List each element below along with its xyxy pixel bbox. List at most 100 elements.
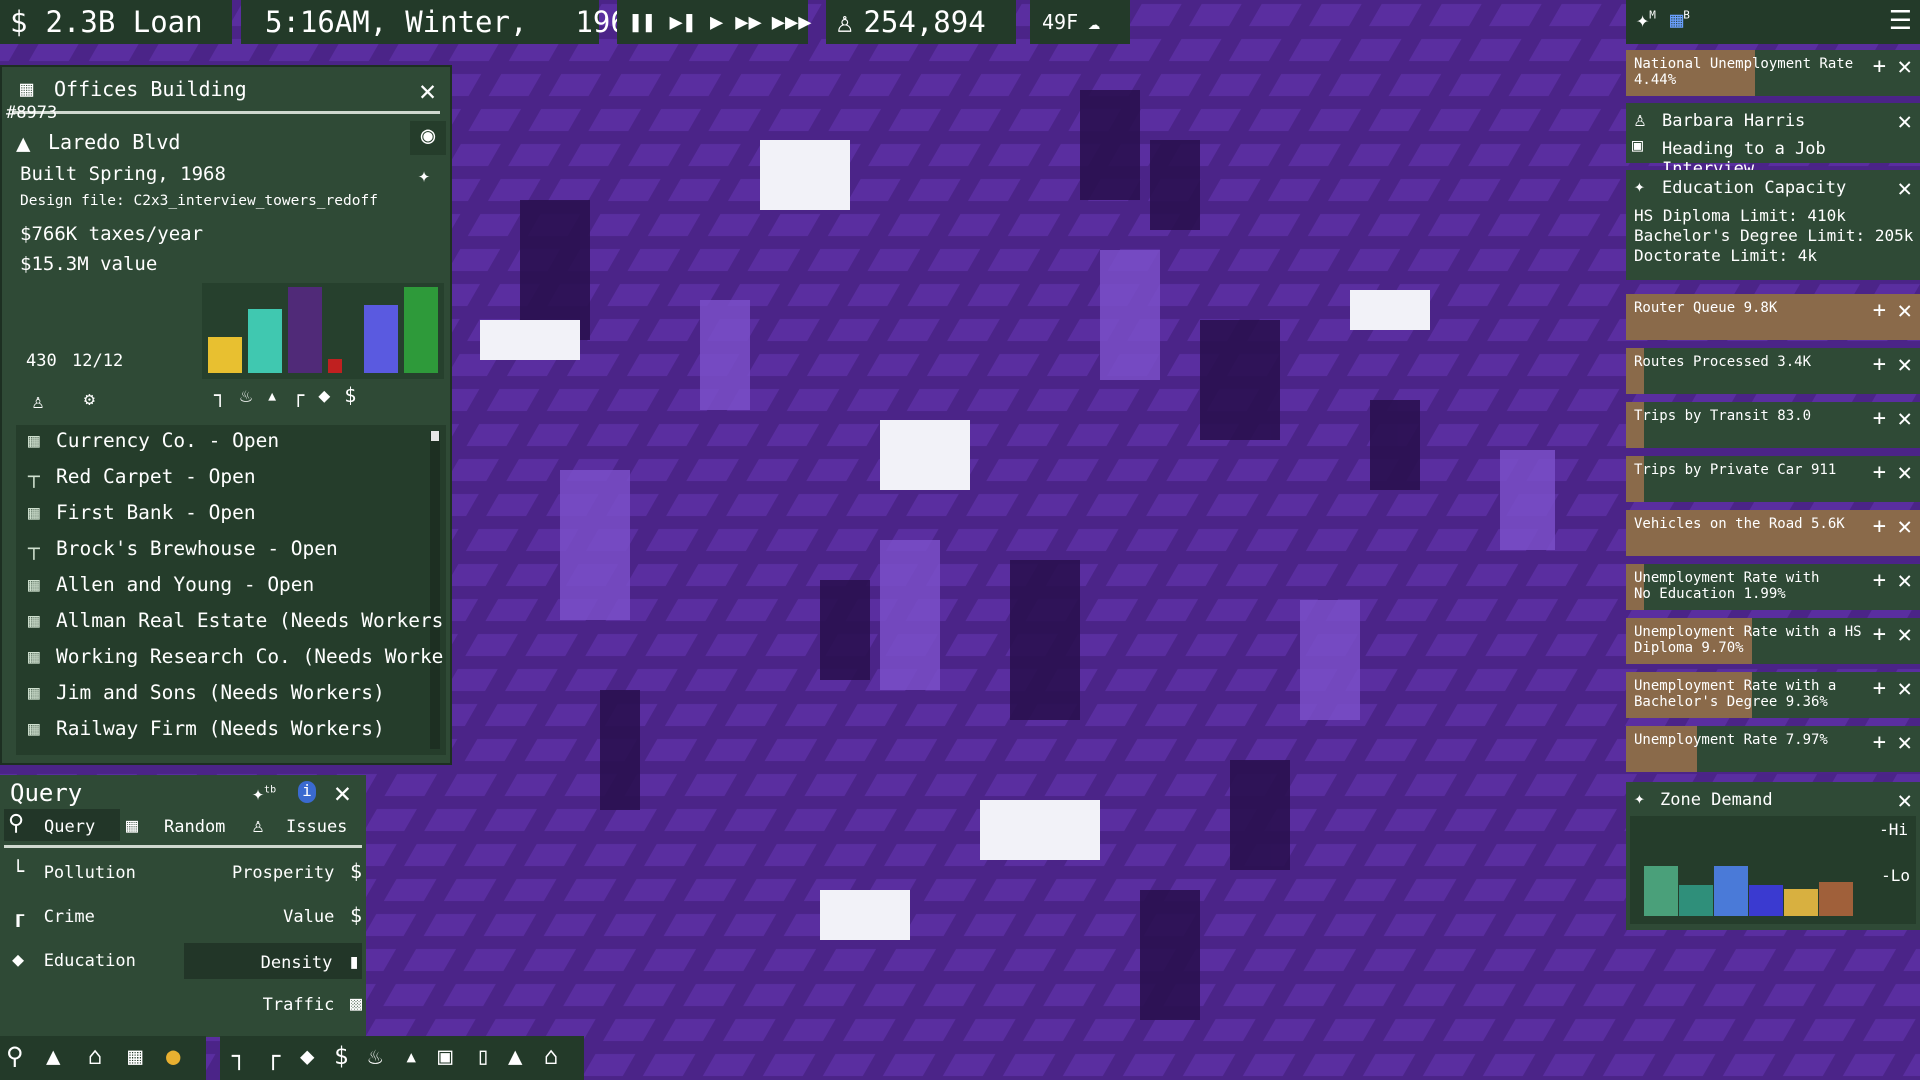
- pin-icon[interactable]: ✦: [1634, 176, 1645, 197]
- gear-icon[interactable]: ⚙: [84, 389, 95, 410]
- add-icon[interactable]: +: [1873, 514, 1886, 539]
- close-icon[interactable]: ✕: [1898, 107, 1912, 135]
- money-tool-icon[interactable]: ●: [166, 1042, 180, 1070]
- query-value[interactable]: Value $: [186, 903, 362, 933]
- close-icon[interactable]: ✕: [1898, 174, 1912, 202]
- search-icon: ⚲: [8, 811, 25, 836]
- close-icon[interactable]: ✕: [1898, 458, 1912, 486]
- close-icon[interactable]: ✕: [419, 77, 436, 105]
- stat-trips-transit: Trips by Transit 83.0 + ✕: [1626, 402, 1920, 448]
- population-display[interactable]: ♙ 254,894: [826, 0, 1016, 44]
- temperature-text: 49F: [1042, 10, 1079, 34]
- list-item[interactable]: ▦ Working Research Co. (Needs Workers: [28, 645, 446, 668]
- add-icon[interactable]: +: [1873, 298, 1886, 323]
- grid-icon[interactable]: ▦B: [1670, 8, 1690, 33]
- shortcut-key: tb: [264, 784, 277, 796]
- money-icon[interactable]: $: [344, 383, 370, 407]
- close-icon[interactable]: ✕: [334, 779, 351, 807]
- tab-issues[interactable]: ♙ Issues: [250, 809, 360, 841]
- add-icon[interactable]: +: [1873, 54, 1886, 79]
- water-tool-icon[interactable]: ♨: [368, 1042, 382, 1070]
- play-icon[interactable]: ▶: [710, 10, 723, 35]
- pin-icon[interactable]: ✦: [418, 163, 430, 187]
- close-icon[interactable]: ✕: [1898, 566, 1912, 594]
- list-item[interactable]: ▦ Jim and Sons (Needs Workers): [28, 681, 385, 704]
- house-tool-icon[interactable]: ⌂: [544, 1042, 558, 1070]
- money-icon[interactable]: $: [334, 1042, 348, 1070]
- item-label: Prosperity: [231, 863, 335, 883]
- worker-icon[interactable]: ♙: [32, 389, 44, 413]
- citizen-name[interactable]: Barbara Harris: [1662, 111, 1805, 131]
- road-icon[interactable]: ┐: [214, 383, 240, 407]
- list-item[interactable]: ▦ Railway Firm (Needs Workers): [28, 717, 385, 740]
- pin-icon[interactable]: ✦tb: [252, 781, 276, 805]
- list-item[interactable]: ▦ Allen and Young - Open: [28, 573, 314, 596]
- close-icon[interactable]: ✕: [1898, 620, 1912, 648]
- weather-display[interactable]: 49F ☁: [1030, 0, 1130, 44]
- info-icon[interactable]: i: [298, 781, 316, 803]
- close-icon[interactable]: ✕: [1898, 512, 1912, 540]
- query-education[interactable]: ◆ Education: [12, 947, 182, 977]
- query-traffic[interactable]: Traffic ▩: [186, 991, 362, 1021]
- eye-icon[interactable]: ◉: [410, 121, 446, 155]
- tab-query[interactable]: ⚲ Query: [4, 809, 120, 841]
- tower-icon[interactable]: ▴: [266, 383, 292, 407]
- query-density[interactable]: Density ▮: [184, 943, 362, 979]
- street-name[interactable]: Laredo Blvd: [48, 130, 180, 154]
- pipe-icon[interactable]: ┌: [292, 383, 318, 407]
- graph-bar: [364, 305, 398, 373]
- add-icon[interactable]: +: [1873, 406, 1886, 431]
- close-icon[interactable]: ✕: [1898, 350, 1912, 378]
- person-icon: ♙: [1634, 107, 1647, 131]
- add-icon[interactable]: +: [1873, 460, 1886, 485]
- scrollbar[interactable]: [430, 431, 440, 749]
- pin-icon[interactable]: ✦M: [1636, 8, 1656, 33]
- factory-tool-icon[interactable]: ▦: [128, 1042, 142, 1070]
- water-icon[interactable]: ♨: [240, 383, 266, 407]
- education-icon[interactable]: ◆: [318, 383, 344, 407]
- add-icon[interactable]: +: [1873, 622, 1886, 647]
- close-icon[interactable]: ✕: [1898, 296, 1912, 324]
- home-tool-icon[interactable]: ⌂: [88, 1042, 102, 1070]
- list-item[interactable]: ┬ Red Carpet - Open: [28, 465, 256, 488]
- step-icon[interactable]: ▶❚: [670, 10, 697, 35]
- money-display[interactable]: $ 2.3B Loan: [0, 0, 232, 44]
- close-icon[interactable]: ✕: [1898, 728, 1912, 756]
- graph-bar: [248, 309, 282, 373]
- close-icon[interactable]: ✕: [1898, 786, 1912, 814]
- list-item[interactable]: ▦ Allman Real Estate (Needs Workers): [28, 609, 446, 632]
- education-tool-icon[interactable]: ◆: [300, 1042, 314, 1070]
- fast-forward-icon[interactable]: ▶▶: [735, 10, 762, 35]
- query-pollution[interactable]: └ Pollution: [12, 859, 182, 889]
- query-crime[interactable]: ┎ Crime: [12, 903, 182, 933]
- add-icon[interactable]: +: [1873, 730, 1886, 755]
- graph-bar: [328, 359, 342, 373]
- list-item[interactable]: ▦ Currency Co. - Open: [28, 429, 279, 452]
- stat-label: Unemployment Rate with No Education 1.99…: [1634, 570, 1820, 602]
- widget-title: Education Capacity: [1662, 178, 1847, 198]
- close-icon[interactable]: ✕: [1898, 404, 1912, 432]
- pipe-tool-icon[interactable]: ┌: [266, 1042, 280, 1070]
- add-icon[interactable]: +: [1873, 568, 1886, 593]
- add-icon[interactable]: +: [1873, 676, 1886, 701]
- tower-tool-icon[interactable]: ▴: [404, 1042, 418, 1070]
- list-item[interactable]: ┬ Brock's Brewhouse - Open: [28, 537, 338, 560]
- pause-icon[interactable]: ❚❚: [629, 10, 656, 35]
- warning-tool-icon[interactable]: ▲: [46, 1042, 60, 1070]
- dollar-icon: $: [10, 5, 28, 39]
- list-item[interactable]: ▦ First Bank - Open: [28, 501, 256, 524]
- built-date: Built Spring, 1968: [20, 163, 226, 185]
- tab-random[interactable]: ▦ Random: [126, 809, 242, 841]
- vehicle-tool-icon[interactable]: ▣: [438, 1042, 452, 1070]
- close-icon[interactable]: ✕: [1898, 674, 1912, 702]
- add-icon[interactable]: +: [1873, 352, 1886, 377]
- close-icon[interactable]: ✕: [1898, 52, 1912, 80]
- park-tool-icon[interactable]: ▲: [508, 1042, 522, 1070]
- pin-icon[interactable]: ✦: [1634, 788, 1645, 809]
- road-tool-icon[interactable]: ┐: [232, 1042, 246, 1070]
- query-tool-icon[interactable]: ⚲: [6, 1042, 24, 1070]
- menu-icon[interactable]: ☰: [1889, 6, 1912, 36]
- fastest-icon[interactable]: ▶▶▶: [772, 10, 812, 35]
- query-prosperity[interactable]: Prosperity $: [186, 859, 362, 889]
- bin-tool-icon[interactable]: ▯: [476, 1042, 490, 1070]
